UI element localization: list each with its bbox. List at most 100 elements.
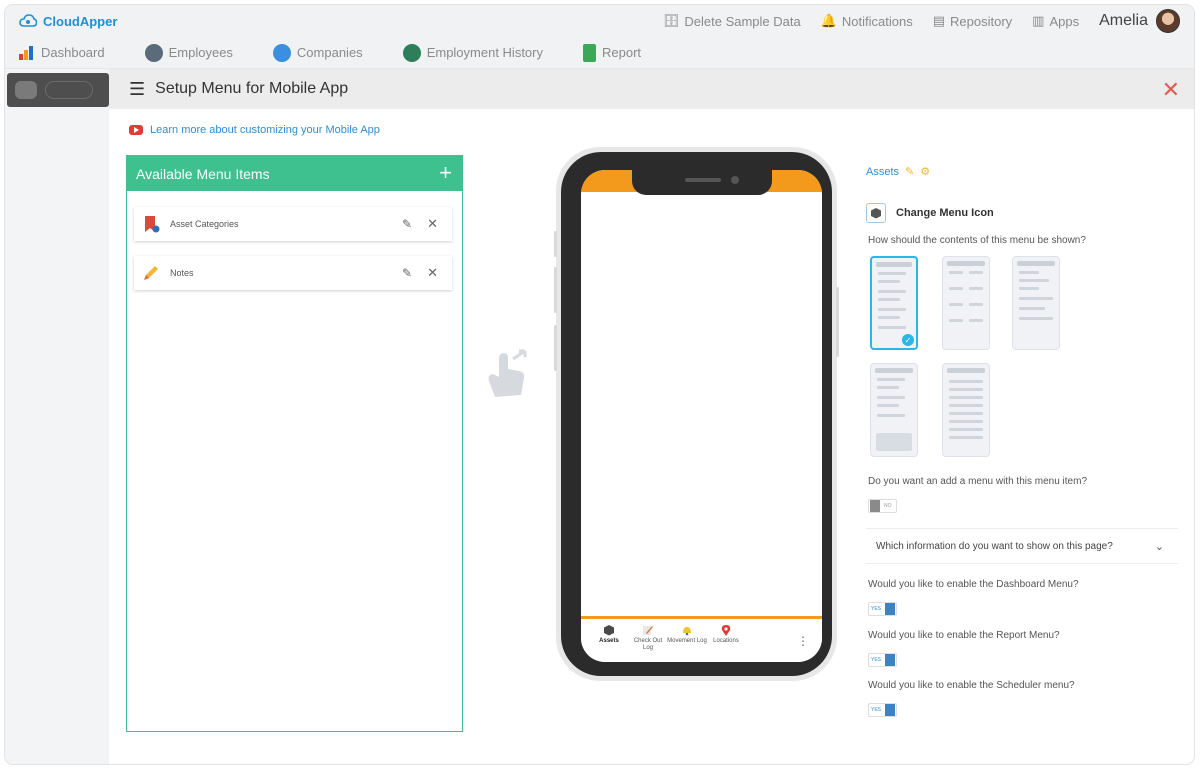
add-icon[interactable]: +: [439, 160, 452, 186]
phone-preview: Assets Check Out Log Movement Log Locati…: [556, 147, 837, 681]
drag-hand-icon: [485, 347, 531, 399]
info-accordion[interactable]: Which information do you want to show on…: [866, 528, 1178, 564]
left-sidebar: [5, 69, 109, 764]
sidebar-profile-chip[interactable]: [7, 73, 109, 107]
bar-chart-icon: [19, 46, 35, 60]
menu-name[interactable]: Assets ✎ ⚙: [866, 165, 1178, 178]
change-icon-label: Change Menu Icon: [896, 207, 994, 219]
companies-icon: [273, 44, 291, 62]
toggle-knob: [885, 603, 895, 615]
layout-option-grid[interactable]: [942, 256, 990, 350]
edit-icon[interactable]: ✎: [402, 266, 412, 280]
notifications-link[interactable]: 🔔 Notifications: [821, 13, 913, 29]
employees-icon: [145, 44, 163, 62]
change-menu-icon-button[interactable]: Change Menu Icon: [866, 203, 994, 223]
menu-icon[interactable]: ☰: [129, 79, 145, 100]
delete-sample-label: Delete Sample Data: [684, 14, 800, 29]
dashboard-toggle[interactable]: YES: [868, 602, 897, 616]
phone-tab-assets[interactable]: Assets: [589, 624, 629, 645]
app-window: CloudApper 🗄 Delete Sample Data 🔔 Notifi…: [5, 5, 1194, 764]
nav-companies[interactable]: Companies: [273, 44, 363, 62]
available-menu-header: Available Menu Items +: [127, 156, 462, 191]
scheduler-toggle[interactable]: YES: [868, 703, 897, 717]
scheduler-question: Would you like to enable the Scheduler m…: [868, 680, 1075, 691]
learn-more-label: Learn more about customizing your Mobile…: [150, 124, 380, 136]
notifications-label: Notifications: [842, 14, 913, 29]
add-menu-toggle[interactable]: NO: [868, 499, 897, 513]
menu-settings-panel: Assets ✎ ⚙ Change Menu Icon How should t…: [866, 165, 1178, 178]
info-accordion-label: Which information do you want to show on…: [876, 541, 1113, 552]
layout-option-map[interactable]: [870, 363, 918, 457]
report-toggle[interactable]: YES: [868, 653, 897, 667]
youtube-icon: [129, 125, 143, 135]
repository-link[interactable]: ▤ Repository: [933, 13, 1012, 29]
database-icon: 🗄: [663, 13, 680, 29]
layout-option-table[interactable]: [942, 363, 990, 457]
map-pin-icon: [720, 624, 732, 636]
nav-employees-label: Employees: [169, 45, 233, 60]
menu-item-card[interactable]: Asset Categories ✎ ✕: [134, 207, 452, 241]
nav-dashboard-label: Dashboard: [41, 45, 105, 60]
toggle-label: YES: [871, 707, 881, 713]
toggle-knob: [870, 500, 880, 512]
phone-side-button: [836, 287, 839, 357]
bell-icon: 🔔: [821, 13, 837, 29]
phone-side-button: [554, 231, 557, 257]
avatar: [1156, 9, 1180, 33]
brand-name: CloudApper: [43, 14, 117, 29]
toggle-label: NO: [884, 503, 892, 509]
user-menu[interactable]: Amelia: [1099, 9, 1180, 33]
phone-tab-movement-log[interactable]: Movement Log: [667, 624, 707, 645]
cube-icon: [603, 624, 615, 636]
camera: [731, 176, 739, 184]
menu-item-label: Asset Categories: [170, 219, 239, 229]
report-icon: [583, 44, 596, 62]
cloud-icon: [19, 14, 37, 28]
user-name: Amelia: [1099, 12, 1148, 30]
phone-side-button: [554, 267, 557, 313]
pencil-icon[interactable]: ✎: [905, 165, 914, 178]
nav-dashboard[interactable]: Dashboard: [19, 45, 105, 60]
sidebar-toggle[interactable]: [45, 81, 93, 99]
toggle-label: YES: [871, 657, 881, 663]
remove-icon[interactable]: ✕: [427, 216, 438, 232]
layout-option-detail[interactable]: [1012, 256, 1060, 350]
cube-icon: [866, 203, 886, 223]
phone-tab-label: Check Out Log: [634, 638, 662, 651]
speaker: [685, 178, 721, 182]
nav-companies-label: Companies: [297, 45, 363, 60]
available-menu-panel: Available Menu Items + Asset Categories …: [126, 155, 463, 732]
layout-options: ✓: [870, 256, 1070, 456]
edit-icon[interactable]: ✎: [402, 217, 412, 231]
bell-cart-icon: [681, 624, 693, 636]
nav-employment-history[interactable]: Employment History: [403, 44, 543, 62]
phone-tab-check-out-log[interactable]: Check Out Log: [628, 624, 668, 652]
phone-tab-locations[interactable]: Locations: [706, 624, 746, 645]
menu-item-card[interactable]: Notes ✎ ✕: [134, 256, 452, 290]
nav-employment-history-label: Employment History: [427, 45, 543, 60]
history-icon: [403, 44, 421, 62]
toggle-knob: [885, 704, 895, 716]
remove-icon[interactable]: ✕: [427, 265, 438, 281]
phone-tab-label: Assets: [599, 638, 619, 644]
brand-logo[interactable]: CloudApper: [19, 14, 117, 29]
nav-report[interactable]: Report: [583, 44, 641, 62]
close-icon[interactable]: ✕: [1162, 77, 1180, 103]
dashboard-question: Would you like to enable the Dashboard M…: [868, 579, 1079, 590]
phone-body: Assets Check Out Log Movement Log Locati…: [561, 152, 832, 676]
report-question: Would you like to enable the Report Menu…: [868, 630, 1060, 641]
apps-link[interactable]: ▥ Apps: [1032, 13, 1079, 29]
nav-employees[interactable]: Employees: [145, 44, 233, 62]
more-vertical-icon[interactable]: ⋮: [797, 634, 809, 648]
gear-icon[interactable]: ⚙: [920, 165, 930, 178]
delete-sample-data-link[interactable]: 🗄 Delete Sample Data: [663, 13, 801, 29]
pencil-note-icon: [642, 624, 654, 636]
top-bar: CloudApper 🗄 Delete Sample Data 🔔 Notifi…: [5, 5, 1194, 37]
bookmark-icon: [142, 215, 160, 233]
menu-name-label: Assets: [866, 166, 899, 178]
learn-more-link[interactable]: Learn more about customizing your Mobile…: [129, 124, 380, 136]
menu-item-label: Notes: [170, 268, 194, 278]
phone-tab-bar: Assets Check Out Log Movement Log Locati…: [581, 616, 822, 662]
phone-tab-label: Movement Log: [667, 638, 707, 644]
layout-option-list[interactable]: ✓: [870, 256, 918, 350]
